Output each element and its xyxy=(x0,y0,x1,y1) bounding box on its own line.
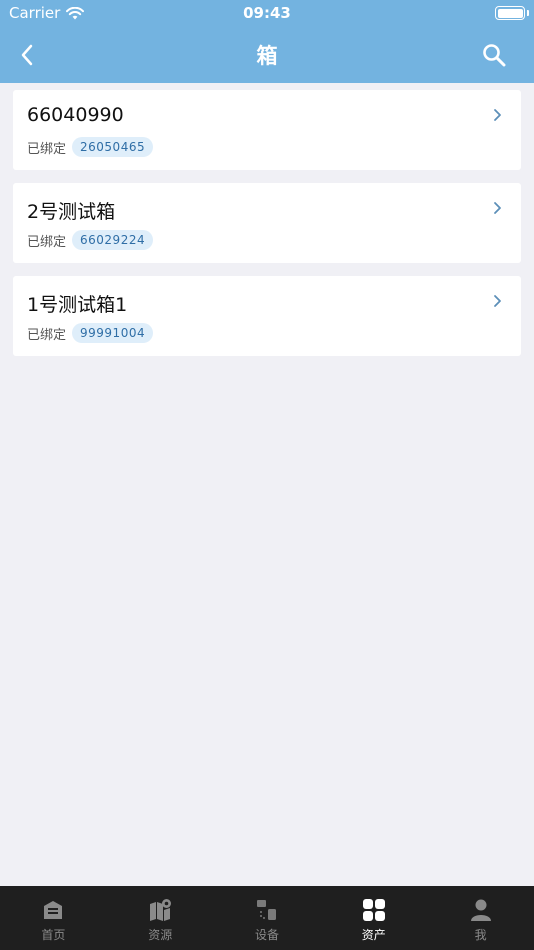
chevron-left-icon xyxy=(21,44,33,66)
box-list: 66040990 已绑定 26050465 2号测试箱 已绑定 66029224… xyxy=(13,90,521,369)
page-title: 箱 xyxy=(256,44,278,68)
bind-status: 已绑定 xyxy=(27,141,67,157)
bind-status: 已绑定 xyxy=(27,327,67,343)
bind-status: 已绑定 xyxy=(27,234,67,250)
list-item[interactable]: 2号测试箱 已绑定 66029224 xyxy=(13,183,521,263)
nav-bar: 箱 xyxy=(0,28,534,83)
battery-icon xyxy=(495,6,525,20)
clock: 09:43 xyxy=(243,4,291,22)
list-item[interactable]: 1号测试箱1 已绑定 99991004 xyxy=(13,276,521,356)
list-item[interactable]: 66040990 已绑定 26050465 xyxy=(13,90,521,170)
tab-me[interactable]: 我 xyxy=(427,886,534,950)
code-badge: 99991004 xyxy=(72,323,154,343)
map-pin-icon xyxy=(147,898,173,922)
tab-bar: 首页 资源 设备 资产 我 xyxy=(0,886,534,950)
header: Carrier 09:43 箱 xyxy=(0,0,534,83)
code-badge: 66029224 xyxy=(72,230,154,250)
back-button[interactable] xyxy=(12,40,42,70)
chevron-right-icon xyxy=(494,295,501,307)
item-meta: 已绑定 26050465 xyxy=(27,137,154,157)
item-title: 1号测试箱1 xyxy=(27,294,128,316)
home-icon xyxy=(40,898,66,922)
tab-assets[interactable]: 资产 xyxy=(320,886,427,950)
item-title: 66040990 xyxy=(27,104,124,126)
search-button[interactable] xyxy=(478,39,510,71)
battery-tip xyxy=(527,10,529,16)
tab-label: 设备 xyxy=(254,928,279,942)
item-title: 2号测试箱 xyxy=(27,201,116,223)
chevron-right-icon xyxy=(494,202,501,214)
battery-level xyxy=(497,8,523,18)
screen: Carrier 09:43 箱 66040990 已绑定 26050465 2号… xyxy=(0,0,534,950)
item-meta: 已绑定 66029224 xyxy=(27,230,154,250)
chevron-right-icon xyxy=(494,109,501,121)
grid-icon xyxy=(361,898,387,922)
item-meta: 已绑定 99991004 xyxy=(27,323,154,343)
tab-home[interactable]: 首页 xyxy=(0,886,107,950)
tab-label: 我 xyxy=(474,928,487,942)
status-bar: Carrier 09:43 xyxy=(0,0,534,28)
search-icon xyxy=(483,44,506,67)
tab-label: 资源 xyxy=(148,928,173,942)
tab-label: 首页 xyxy=(41,928,66,942)
code-badge: 26050465 xyxy=(72,137,154,157)
tab-resources[interactable]: 资源 xyxy=(107,886,214,950)
device-icon xyxy=(254,898,280,922)
tab-label: 资产 xyxy=(361,928,386,942)
tab-devices[interactable]: 设备 xyxy=(214,886,321,950)
user-icon xyxy=(468,898,494,922)
